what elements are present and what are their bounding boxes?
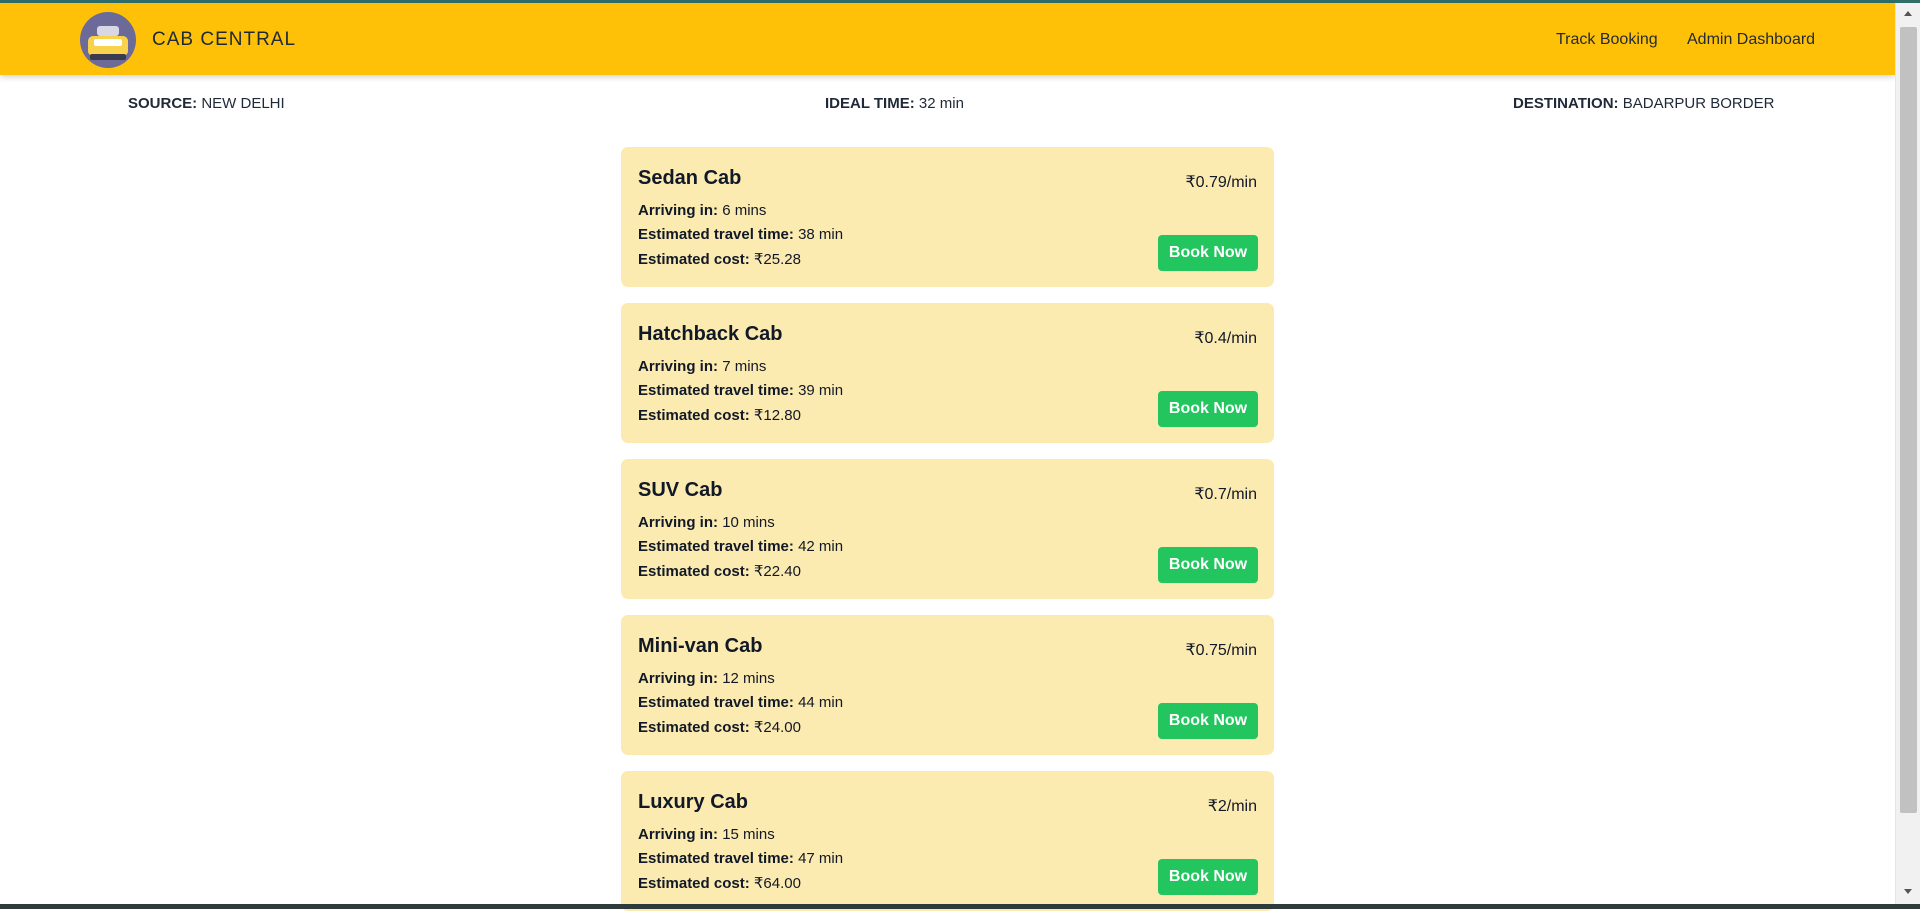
- arriving-line: Arriving in: 7 mins: [638, 358, 766, 375]
- destination-label: DESTINATION:: [1513, 95, 1619, 112]
- cost-label: Estimated cost:: [638, 251, 750, 268]
- cost-line: Estimated cost: ₹25.28: [638, 250, 801, 268]
- arriving-label: Arriving in:: [638, 358, 718, 375]
- arriving-label: Arriving in:: [638, 202, 718, 219]
- destination-value: BADARPUR BORDER: [1623, 95, 1775, 112]
- travel-time-label: Estimated travel time:: [638, 694, 794, 711]
- cab-card-suv: SUV Cab ₹0.7/min Arriving in: 10 mins Es…: [621, 459, 1274, 599]
- cost-value: ₹64.00: [754, 875, 801, 892]
- arriving-value: 15 mins: [722, 826, 775, 843]
- cab-name: SUV Cab: [638, 479, 722, 502]
- cost-line: Estimated cost: ₹64.00: [638, 874, 801, 892]
- cost-label: Estimated cost:: [638, 407, 750, 424]
- travel-time-label: Estimated travel time:: [638, 850, 794, 867]
- cab-rate: ₹0.7/min: [1194, 484, 1257, 504]
- arriving-value: 6 mins: [722, 202, 766, 219]
- ideal-time-label: IDEAL TIME:: [825, 95, 915, 112]
- travel-time-value: 38 min: [798, 226, 843, 243]
- trip-ideal-time: IDEAL TIME: 32 min: [825, 95, 964, 112]
- brand-title[interactable]: CAB CENTRAL: [152, 29, 296, 51]
- cab-card-sedan: Sedan Cab ₹0.79/min Arriving in: 6 mins …: [621, 147, 1274, 287]
- book-now-button[interactable]: Book Now: [1158, 235, 1258, 271]
- cost-value: ₹22.40: [754, 563, 801, 580]
- book-now-button[interactable]: Book Now: [1158, 391, 1258, 427]
- cost-line: Estimated cost: ₹12.80: [638, 406, 801, 424]
- arriving-line: Arriving in: 6 mins: [638, 202, 766, 219]
- travel-time-line: Estimated travel time: 42 min: [638, 538, 843, 555]
- source-value: NEW DELHI: [201, 95, 284, 112]
- arriving-label: Arriving in:: [638, 670, 718, 687]
- vertical-scrollbar[interactable]: [1895, 3, 1920, 904]
- travel-time-line: Estimated travel time: 44 min: [638, 694, 843, 711]
- book-now-button[interactable]: Book Now: [1158, 547, 1258, 583]
- cost-value: ₹24.00: [754, 719, 801, 736]
- arriving-value: 12 mins: [722, 670, 775, 687]
- nav-admin-dashboard[interactable]: Admin Dashboard: [1687, 31, 1815, 49]
- cab-name: Hatchback Cab: [638, 323, 783, 346]
- travel-time-line: Estimated travel time: 47 min: [638, 850, 843, 867]
- cab-name: Luxury Cab: [638, 791, 748, 814]
- cost-value: ₹25.28: [754, 251, 801, 268]
- nav-track-booking[interactable]: Track Booking: [1556, 31, 1658, 49]
- cab-name: Sedan Cab: [638, 167, 741, 190]
- cab-rate: ₹0.75/min: [1185, 640, 1257, 660]
- cab-name: Mini-van Cab: [638, 635, 762, 658]
- arriving-line: Arriving in: 15 mins: [638, 826, 775, 843]
- cab-rate: ₹2/min: [1208, 796, 1257, 816]
- cab-card-hatchback: Hatchback Cab ₹0.4/min Arriving in: 7 mi…: [621, 303, 1274, 443]
- book-now-button[interactable]: Book Now: [1158, 703, 1258, 739]
- cost-label: Estimated cost:: [638, 719, 750, 736]
- cost-label: Estimated cost:: [638, 875, 750, 892]
- taxi-logo-icon[interactable]: [80, 12, 136, 68]
- cab-rate: ₹0.79/min: [1185, 172, 1257, 192]
- trip-destination: DESTINATION: BADARPUR BORDER: [1513, 95, 1774, 112]
- cab-card-minivan: Mini-van Cab ₹0.75/min Arriving in: 12 m…: [621, 615, 1274, 755]
- ideal-time-value: 32 min: [919, 95, 964, 112]
- travel-time-line: Estimated travel time: 39 min: [638, 382, 843, 399]
- cab-rate: ₹0.4/min: [1194, 328, 1257, 348]
- arriving-label: Arriving in:: [638, 514, 718, 531]
- window-bottom-border: [0, 904, 1920, 909]
- scrollbar-thumb[interactable]: [1900, 27, 1917, 813]
- navbar: CAB CENTRAL Track Booking Admin Dashboar…: [0, 3, 1895, 75]
- travel-time-value: 39 min: [798, 382, 843, 399]
- travel-time-value: 42 min: [798, 538, 843, 555]
- cost-line: Estimated cost: ₹22.40: [638, 562, 801, 580]
- scroll-down-arrow-icon[interactable]: [1904, 889, 1912, 894]
- cost-line: Estimated cost: ₹24.00: [638, 718, 801, 736]
- cost-value: ₹12.80: [754, 407, 801, 424]
- arriving-value: 10 mins: [722, 514, 775, 531]
- arriving-line: Arriving in: 12 mins: [638, 670, 775, 687]
- trip-source: SOURCE: NEW DELHI: [128, 95, 285, 112]
- travel-time-value: 47 min: [798, 850, 843, 867]
- travel-time-label: Estimated travel time:: [638, 382, 794, 399]
- arriving-value: 7 mins: [722, 358, 766, 375]
- book-now-button[interactable]: Book Now: [1158, 859, 1258, 895]
- arriving-line: Arriving in: 10 mins: [638, 514, 775, 531]
- travel-time-label: Estimated travel time:: [638, 538, 794, 555]
- cab-card-luxury: Luxury Cab ₹2/min Arriving in: 15 mins E…: [621, 771, 1274, 911]
- travel-time-value: 44 min: [798, 694, 843, 711]
- travel-time-line: Estimated travel time: 38 min: [638, 226, 843, 243]
- cost-label: Estimated cost:: [638, 563, 750, 580]
- arriving-label: Arriving in:: [638, 826, 718, 843]
- source-label: SOURCE:: [128, 95, 197, 112]
- scroll-up-arrow-icon[interactable]: [1904, 11, 1912, 16]
- travel-time-label: Estimated travel time:: [638, 226, 794, 243]
